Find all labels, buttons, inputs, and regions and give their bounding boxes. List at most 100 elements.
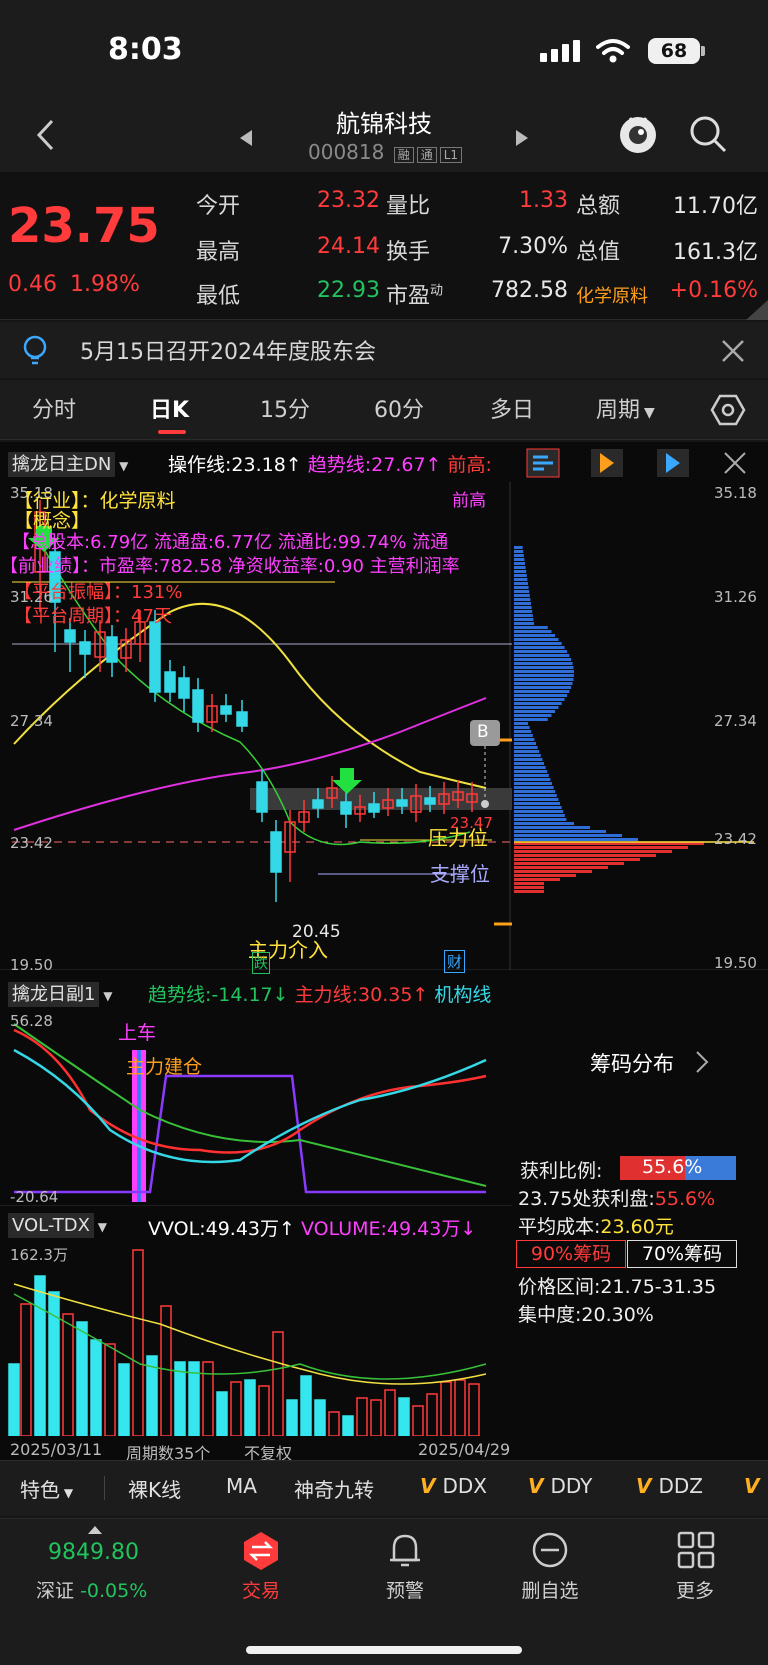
volume-bar [412,1405,424,1436]
chip-bar [514,846,688,849]
status-time: 8:03 [108,32,183,67]
nav-remove-watchlist[interactable]: 删自选 [505,1576,595,1603]
tab-intraday[interactable]: 分时 [32,392,76,424]
chip-70-button[interactable]: 70%筹码 [627,1240,737,1268]
volume-bar [272,1331,284,1436]
volume-bar [370,1399,382,1436]
more-grid-icon[interactable] [676,1530,716,1570]
chip-bar [514,874,576,877]
turnover-amount-label: 总额 [576,194,621,219]
tool-divider [104,1476,105,1500]
chip-bar [514,670,574,673]
volume-bar [118,1363,130,1436]
chip-bar [514,646,565,649]
tool-featured[interactable]: 特色 ▼ [20,1474,73,1503]
chip-bar [514,734,533,737]
tab-15min[interactable]: 15分 [260,392,310,424]
chip-bar [514,790,556,793]
low-label: 最低 [196,284,241,309]
main-indicator-select[interactable]: 擒龙日主DN ▼ [8,450,128,477]
chip-bar [514,722,528,725]
tag-level: L1 [439,147,463,163]
chip-bars-group [514,546,704,893]
chart-tool-1-icon[interactable] [526,448,560,478]
index-value[interactable]: 9849.80 [48,1540,139,1565]
chip-bar [514,830,606,833]
close-chart-tools-icon[interactable] [722,450,748,476]
active-tab-underline [158,430,186,434]
chip-bar [514,634,556,637]
volume-bar [132,1249,144,1436]
sub-line-main-force: 主力线:30.35↑ [294,984,429,1006]
index-row[interactable]: 深证 -0.05% [36,1576,147,1603]
nav-trade[interactable]: 交易 [216,1576,306,1603]
chip-bar [514,658,572,661]
sub-trend-line [13,1023,487,1187]
chip-bar [514,810,564,813]
chip-title[interactable]: 筹码分布 [590,1048,674,1078]
chip-bar [514,878,560,881]
market-cap-value: 161.3亿 [673,240,758,265]
chip-bar [514,638,559,641]
sector-label[interactable]: 化学原料 [576,282,648,308]
chip-chevron-icon[interactable] [694,1050,710,1074]
price-change: 0.46 1.98% [8,272,140,297]
chart-tool-3-icon[interactable] [656,448,690,478]
tool-more-v[interactable]: V [744,1474,759,1498]
tag-margin: 融 [393,147,414,163]
chip-bar [514,714,552,717]
chip-90-button[interactable]: 90%筹码 [516,1240,626,1268]
expand-corner-icon[interactable] [744,300,768,320]
sub-indicator-select[interactable]: 擒龙日副1 ▼ [8,980,113,1007]
tag-connect: 通 [416,147,437,163]
chip-bar [514,550,524,553]
sub-indicator-chart[interactable] [0,1010,512,1206]
volume-value: VOLUME:49.43万↓ [300,1218,477,1240]
chart-tool-2-icon[interactable] [590,448,624,478]
candle-body [270,831,282,873]
remove-watchlist-icon[interactable] [530,1530,570,1570]
tool-ddx[interactable]: V DDX [420,1474,487,1498]
avg-cost-value: 23.60元 [600,1216,674,1238]
pe-value: 782.58 [491,278,568,303]
candle-body [192,689,204,723]
next-stock-icon[interactable] [514,128,530,148]
tab-multi-day[interactable]: 多日 [490,392,534,424]
close-notice-icon[interactable] [720,338,746,364]
nav-alert[interactable]: 预警 [360,1576,450,1603]
tool-ddy[interactable]: V DDY [528,1474,592,1498]
tool-naked-k[interactable]: 裸K线 [128,1474,181,1503]
featured-dropdown-icon: ▼ [60,1486,74,1500]
tab-daily-k[interactable]: 日K [150,392,189,424]
chip-bar [514,578,528,581]
notice-text[interactable]: 5月15日召开2024年度股东会 [80,334,376,366]
tool-magic-nine[interactable]: 神奇九转 [294,1474,374,1503]
nav-more[interactable]: 更多 [650,1576,740,1603]
chip-bar [514,626,548,629]
chip-bar [514,826,590,829]
chip-bar [514,794,557,797]
info-shares: 【总股本:6.79亿 流通盘:6.77亿 流通比:99.74% 流通 [12,532,449,553]
search-icon[interactable] [688,114,728,154]
front-high-label: 前高 [452,491,486,511]
volume-bar [468,1383,480,1436]
tool-ma[interactable]: MA [226,1474,257,1498]
mascot-icon[interactable] [616,112,660,156]
low-price-label: 20.45 [292,922,341,942]
candle-body [106,636,118,663]
volume-chart[interactable] [0,1244,512,1436]
volume-bar [426,1393,438,1436]
settings-icon[interactable] [710,392,746,428]
candle-body [340,801,352,815]
tab-period[interactable]: 周期 ▼ [596,392,655,424]
tool-ddz[interactable]: V DDZ [636,1474,703,1498]
trade-icon[interactable] [240,1530,282,1572]
high-label: 最高 [196,240,241,265]
bell-icon[interactable] [386,1530,424,1570]
vvol-value: VVOL:49.43万↑ [148,1218,295,1240]
volume-indicator-select[interactable]: VOL-TDX ▼ [8,1213,107,1238]
index-expand-icon[interactable] [86,1524,104,1536]
tab-60min[interactable]: 60分 [374,392,424,424]
chip-bar [514,630,552,633]
v-badge-icon: V [528,1474,551,1498]
